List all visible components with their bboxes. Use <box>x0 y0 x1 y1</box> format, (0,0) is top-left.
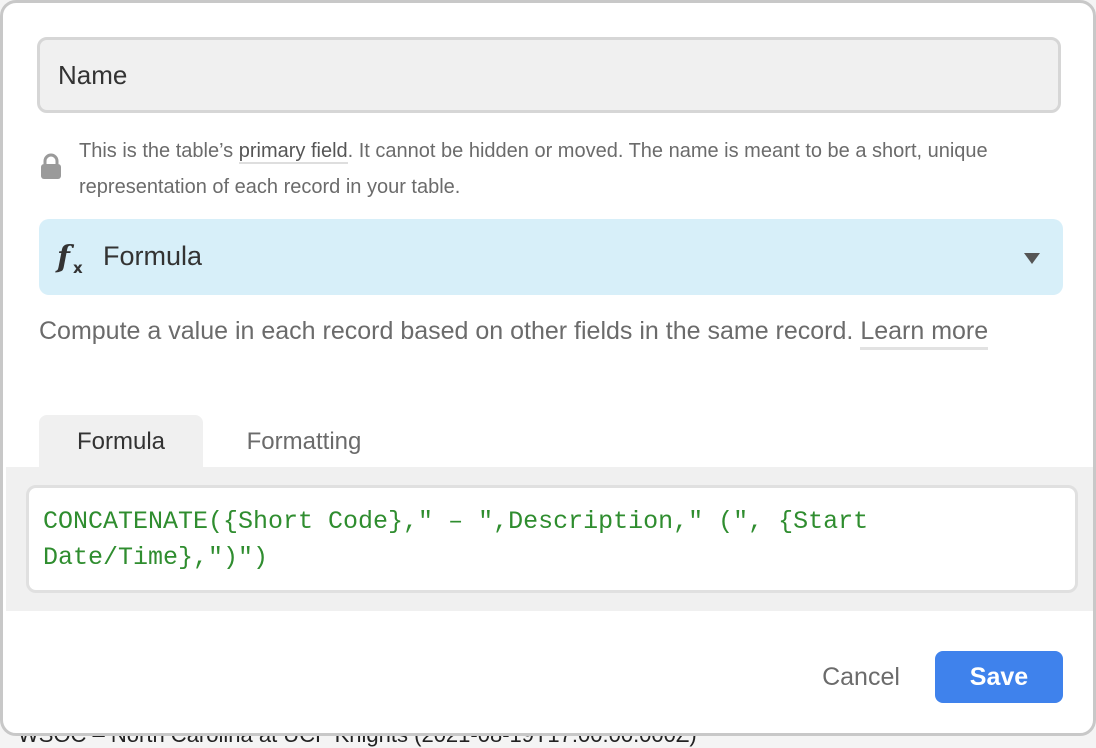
field-config-dialog: This is the table’s primary field. It ca… <box>0 0 1096 736</box>
chevron-down-icon <box>1024 253 1040 264</box>
description-text: Compute a value in each record based on … <box>39 317 861 345</box>
field-type-label: Formula <box>103 241 203 271</box>
fx-icon: f x <box>55 240 83 277</box>
field-type-description: Compute a value in each record based on … <box>39 313 1039 350</box>
primary-field-link[interactable]: primary field <box>238 140 348 164</box>
field-type-select[interactable]: f x Formula <box>39 219 1063 295</box>
tab-formula[interactable]: Formula <box>39 415 203 469</box>
primary-field-note: This is the table’s primary field. It ca… <box>79 133 1059 205</box>
save-button[interactable]: Save <box>935 651 1063 703</box>
cancel-button[interactable]: Cancel <box>803 651 919 703</box>
lock-icon <box>41 153 61 179</box>
formula-editor[interactable]: CONCATENATE({Short Code}," – ",Descripti… <box>26 485 1078 593</box>
learn-more-link[interactable]: Learn more <box>860 317 989 350</box>
primary-note-prefix: This is the table’s <box>79 140 239 162</box>
field-name-input[interactable] <box>37 37 1061 113</box>
formula-panel: CONCATENATE({Short Code}," – ",Descripti… <box>6 467 1093 611</box>
svg-text:f: f <box>55 240 75 275</box>
tab-formatting[interactable]: Formatting <box>219 415 389 469</box>
svg-text:x: x <box>73 259 83 277</box>
